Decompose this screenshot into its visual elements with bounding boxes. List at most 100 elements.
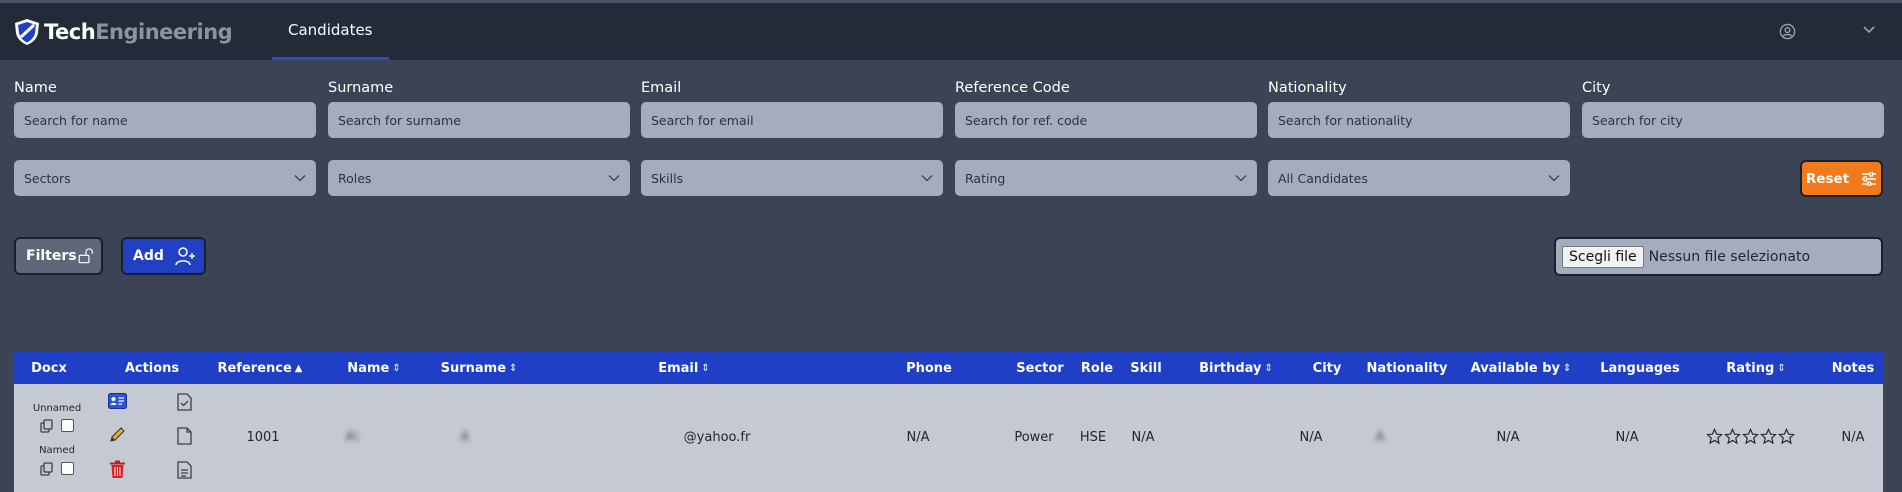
choose-file-button[interactable]: Scegli file — [1562, 245, 1644, 268]
sort-icon: ⇕ — [1777, 362, 1786, 374]
chevron-down-icon — [921, 175, 933, 182]
shield-logo-icon — [15, 19, 39, 45]
reset-button-label: Reset — [1805, 170, 1850, 187]
unlock-icon — [78, 248, 93, 264]
filters-button-label: Filters — [26, 248, 77, 264]
sort-icon: ⇕ — [509, 362, 518, 374]
reference-filter: Reference Code Search for ref. code — [955, 80, 1257, 138]
star-icon[interactable] — [1760, 428, 1777, 445]
city-search-input[interactable]: Search for city — [1582, 102, 1884, 138]
cell-role: HSE — [1079, 430, 1107, 445]
col-sector: Sector — [1010, 352, 1070, 384]
delete-trash-icon[interactable] — [109, 460, 126, 479]
col-languages: Languages — [1590, 352, 1690, 384]
cell-sector: Power — [1014, 430, 1054, 445]
col-skill-label: Skill — [1130, 360, 1162, 376]
surname-search-input[interactable]: Search for surname — [328, 102, 630, 138]
rating-stars[interactable] — [1706, 428, 1795, 445]
cell-skill: N/A — [1131, 430, 1155, 445]
skills-select-value: Skills — [651, 170, 684, 186]
id-card-icon[interactable] — [108, 393, 127, 409]
col-skill: Skill — [1124, 352, 1168, 384]
col-docx: Docx — [14, 352, 84, 384]
col-nationality-label: Nationality — [1366, 360, 1448, 376]
cell-languages: N/A — [1615, 430, 1639, 445]
tab-candidates[interactable]: Candidates — [272, 3, 389, 60]
unnamed-checkbox[interactable] — [61, 419, 74, 432]
chevron-down-icon — [294, 175, 306, 182]
candidates-select[interactable]: All Candidates — [1268, 160, 1570, 196]
top-navbar: TechEngineering Candidates — [0, 0, 1902, 60]
col-languages-label: Languages — [1600, 360, 1680, 376]
logo[interactable]: TechEngineering — [12, 17, 233, 47]
file-check-icon[interactable] — [177, 393, 192, 411]
user-account-icon[interactable] — [1779, 23, 1796, 40]
col-reference-label: Reference — [217, 360, 292, 376]
email-filter-label: Email — [641, 80, 682, 96]
cell-reference: 1001 — [246, 430, 280, 445]
unnamed-label: Unnamed — [32, 403, 82, 414]
star-icon[interactable] — [1742, 428, 1759, 445]
cell-surname: A — [460, 430, 470, 445]
edit-pencil-icon[interactable] — [108, 426, 126, 444]
email-filter: Email Search for email — [641, 80, 943, 138]
file-icon[interactable] — [177, 427, 192, 445]
surname-filter: Surname Search for surname — [328, 80, 630, 138]
cell-name: A\ — [345, 430, 359, 445]
sort-icon: ⇕ — [1563, 362, 1572, 374]
col-docx-label: Docx — [31, 360, 67, 376]
reference-search-input[interactable]: Search for ref. code — [955, 102, 1257, 138]
name-search-input[interactable]: Search for name — [14, 102, 316, 138]
sort-icon: ⇕ — [392, 362, 401, 374]
named-label: Named — [39, 445, 75, 456]
cell-notes: N/A — [1841, 430, 1865, 445]
copy-icon[interactable] — [40, 462, 54, 476]
col-rating[interactable]: Rating ⇕ — [1714, 352, 1798, 384]
star-icon[interactable] — [1706, 428, 1723, 445]
col-city-label: City — [1312, 360, 1342, 376]
sectors-select[interactable]: Sectors — [14, 160, 316, 196]
col-surname[interactable]: Surname ⇕ — [439, 352, 519, 384]
col-reference[interactable]: Reference ▲ — [214, 352, 306, 384]
reference-filter-label: Reference Code — [955, 80, 1070, 96]
rating-select[interactable]: Rating — [955, 160, 1257, 196]
star-icon[interactable] — [1724, 428, 1741, 445]
rating-select-value: Rating — [965, 170, 1006, 186]
col-actions: Actions — [114, 352, 190, 384]
star-icon[interactable] — [1778, 428, 1795, 445]
col-name[interactable]: Name ⇕ — [344, 352, 404, 384]
col-notes-label: Notes — [1831, 360, 1875, 376]
add-candidate-button[interactable]: Add — [121, 237, 206, 275]
named-checkbox[interactable] — [61, 462, 74, 475]
table-header: Docx Actions Reference ▲ Name ⇕ Surname ⇕ E… — [14, 352, 1883, 384]
nationality-search-input[interactable]: Search for nationality — [1268, 102, 1570, 138]
col-city: City — [1299, 352, 1355, 384]
col-phone-label: Phone — [906, 360, 952, 376]
file-text-icon[interactable] — [177, 461, 192, 479]
skills-select[interactable]: Skills — [641, 160, 943, 196]
reset-button[interactable]: Reset — [1800, 160, 1883, 197]
col-role-label: Role — [1080, 360, 1114, 376]
table-row[interactable] — [14, 384, 1883, 492]
chevron-down-icon[interactable] — [1862, 25, 1876, 35]
sliders-icon — [1862, 171, 1877, 186]
name-filter-label: Name — [14, 80, 57, 96]
filters-toggle-button[interactable]: Filters — [14, 237, 103, 275]
col-name-label: Name — [347, 360, 390, 376]
nationality-filter: Nationality Search for nationality — [1268, 80, 1570, 138]
sort-icon: ⇕ — [1264, 362, 1273, 374]
col-email[interactable]: Email ⇕ — [654, 352, 714, 384]
candidates-select-value: All Candidates — [1278, 170, 1368, 186]
cell-phone: N/A — [906, 430, 930, 445]
roles-select[interactable]: Roles — [328, 160, 630, 196]
col-nationality: Nationality — [1359, 352, 1455, 384]
email-search-input[interactable]: Search for email — [641, 102, 943, 138]
col-phone: Phone — [894, 352, 964, 384]
copy-icon[interactable] — [40, 419, 54, 433]
add-button-label: Add — [133, 248, 164, 264]
col-birthday[interactable]: Birthday ⇕ — [1186, 352, 1286, 384]
cell-nationality: A — [1375, 430, 1385, 445]
file-upload-input[interactable]: Scegli file Nessun file selezionato — [1554, 237, 1883, 276]
col-available-by[interactable]: Available by ⇕ — [1461, 352, 1581, 384]
col-notes: Notes — [1828, 352, 1878, 384]
